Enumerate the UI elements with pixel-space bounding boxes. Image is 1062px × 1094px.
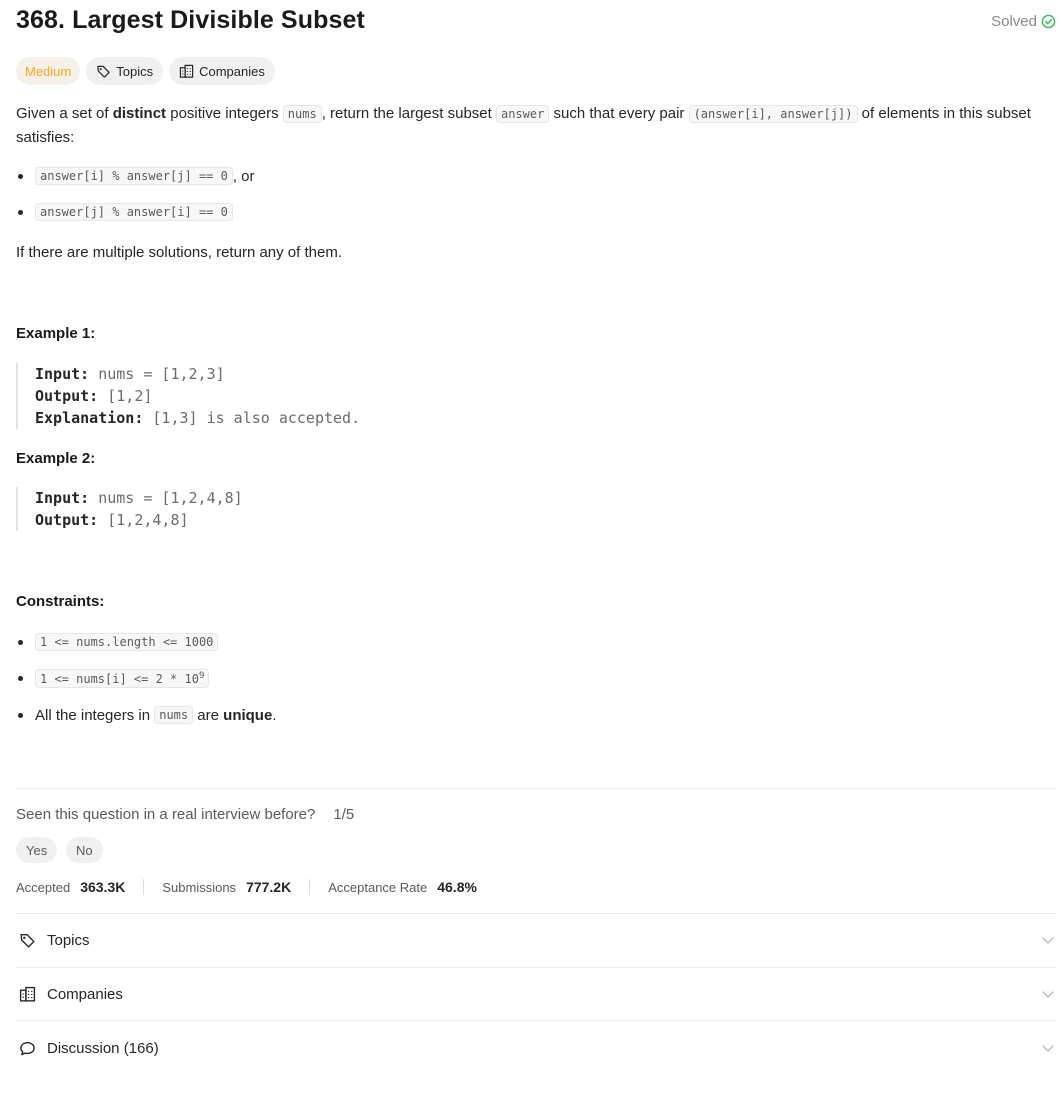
bullet-dot xyxy=(18,712,23,718)
stats-separator xyxy=(309,879,311,895)
divider xyxy=(16,788,1056,789)
explanation-label: Explanation: xyxy=(35,409,144,427)
companies-accordion-label: Companies xyxy=(47,985,123,1003)
example-2-block: Input: nums = [1,2,4,8] Output: [1,2,4,8… xyxy=(16,487,243,531)
constraint-item-3: All the integers in nums are unique. xyxy=(16,706,277,724)
discussion-accordion-label: Discussion (166) xyxy=(47,1039,159,1057)
companies-tag-button[interactable]: Companies xyxy=(169,57,275,85)
inline-code-nums: nums xyxy=(282,105,322,123)
desc-text: positive integers xyxy=(166,105,283,122)
condition-item-1: answer[i] % answer[j] == 0 , or xyxy=(16,167,255,185)
constraint-3-text: All the integers in xyxy=(35,706,155,724)
output-value: [1,2,4,8] xyxy=(98,511,189,529)
tag-icon xyxy=(20,933,35,948)
chevron-down-icon xyxy=(1042,937,1054,944)
condition-suffix: , or xyxy=(232,167,255,185)
example-1-input-line: Input: nums = [1,2,3] xyxy=(35,363,360,385)
divider xyxy=(16,1020,1056,1021)
example-1-explanation-line: Explanation: [1,3] is also accepted. xyxy=(35,407,360,429)
example-2-input-line: Input: nums = [1,2,4,8] xyxy=(35,487,243,509)
difficulty-label: Medium xyxy=(25,63,72,79)
inline-code-constraint-1: 1 <= nums.length <= 1000 xyxy=(35,633,219,651)
input-label: Input: xyxy=(35,489,90,507)
interview-question: Seen this question in a real interview b… xyxy=(16,806,354,823)
description-paragraph: Given a set of distinct positive integer… xyxy=(16,102,1061,149)
accepted-value: 363.3K xyxy=(80,879,126,895)
interview-fraction: 1/5 xyxy=(333,806,355,823)
building-icon xyxy=(179,64,194,78)
inline-code-nums: nums xyxy=(154,706,194,724)
bullet-dot xyxy=(18,639,23,645)
acceptance-rate-value: 46.8% xyxy=(437,879,477,895)
explanation-value: [1,3] is also accepted. xyxy=(143,409,361,427)
constraint-2-base: 1 <= nums[i] <= 2 * 10 xyxy=(40,672,199,686)
solved-status: Solved xyxy=(991,13,1056,30)
difficulty-badge: Medium xyxy=(16,57,81,85)
chat-bubble-icon xyxy=(20,1041,35,1055)
constraint-3-text: are xyxy=(193,706,224,724)
tag-icon xyxy=(97,65,110,78)
desc-text: Given a set of xyxy=(16,105,113,122)
input-value: nums = [1,2,4,8] xyxy=(89,489,243,507)
interview-question-text: Seen this question in a real interview b… xyxy=(16,806,316,823)
inline-code-condition-1: answer[i] % answer[j] == 0 xyxy=(35,167,233,185)
multiple-solutions-note: If there are multiple solutions, return … xyxy=(16,244,342,261)
constraint-item-1: 1 <= nums.length <= 1000 xyxy=(16,633,219,651)
output-value: [1,2] xyxy=(98,387,153,405)
companies-tag-label: Companies xyxy=(199,63,265,79)
building-icon xyxy=(19,986,36,1002)
desc-bold-distinct: distinct xyxy=(112,105,167,122)
check-circle-icon xyxy=(1041,14,1056,29)
problem-title: 368. Largest Divisible Subset xyxy=(16,6,365,34)
solved-label: Solved xyxy=(991,13,1037,30)
bullet-dot xyxy=(18,209,23,215)
example-1-block: Input: nums = [1,2,3] Output: [1,2] Expl… xyxy=(16,363,360,429)
example-1-heading: Example 1: xyxy=(16,325,96,342)
companies-accordion[interactable]: Companies xyxy=(16,968,1056,1020)
acceptance-rate-label: Acceptance Rate xyxy=(328,879,428,895)
yes-button[interactable]: Yes xyxy=(16,837,58,863)
desc-text: such that every pair xyxy=(549,105,689,122)
output-label: Output: xyxy=(35,511,99,529)
example-2-heading: Example 2: xyxy=(16,450,96,467)
stats-row: Accepted 363.3K Submissions 777.2K Accep… xyxy=(16,879,477,895)
topics-accordion[interactable]: Topics xyxy=(16,914,1056,966)
topics-accordion-label: Topics xyxy=(47,931,90,949)
example-1-output-line: Output: [1,2] xyxy=(35,385,360,407)
constraint-3-text: . xyxy=(272,706,277,724)
inline-code-constraint-2: 1 <= nums[i] <= 2 * 109 xyxy=(35,669,210,688)
topics-tag-label: Topics xyxy=(116,63,154,79)
no-label: No xyxy=(76,842,93,858)
accepted-label: Accepted xyxy=(16,879,71,895)
inline-code-answer: answer xyxy=(495,105,550,123)
topics-tag-button[interactable]: Topics xyxy=(86,57,164,85)
yes-label: Yes xyxy=(26,842,48,858)
constraint-3-bold-unique: unique xyxy=(223,706,273,724)
inline-code-pair: (answer[i], answer[j]) xyxy=(688,105,858,123)
inline-code-condition-2: answer[j] % answer[i] == 0 xyxy=(35,203,233,221)
submissions-value: 777.2K xyxy=(246,879,292,895)
bullet-dot xyxy=(18,173,23,179)
constraints-heading: Constraints: xyxy=(16,593,105,610)
input-label: Input: xyxy=(35,365,90,383)
discussion-accordion[interactable]: Discussion (166) xyxy=(16,1022,1056,1074)
bullet-dot xyxy=(18,676,23,681)
desc-text: , return the largest subset xyxy=(321,105,496,122)
output-label: Output: xyxy=(35,387,99,405)
stats-separator xyxy=(143,879,145,895)
input-value: nums = [1,2,3] xyxy=(89,365,225,383)
chevron-down-icon xyxy=(1042,991,1054,998)
constraint-2-exponent: 9 xyxy=(198,671,205,681)
condition-item-2: answer[j] % answer[i] == 0 xyxy=(16,203,233,221)
tag-row: Medium Topics Companies xyxy=(16,57,275,85)
example-2-output-line: Output: [1,2,4,8] xyxy=(35,509,243,531)
submissions-label: Submissions xyxy=(162,879,237,895)
no-button[interactable]: No xyxy=(66,837,103,863)
constraint-item-2: 1 <= nums[i] <= 2 * 109 xyxy=(16,669,210,688)
chevron-down-icon xyxy=(1042,1045,1054,1052)
